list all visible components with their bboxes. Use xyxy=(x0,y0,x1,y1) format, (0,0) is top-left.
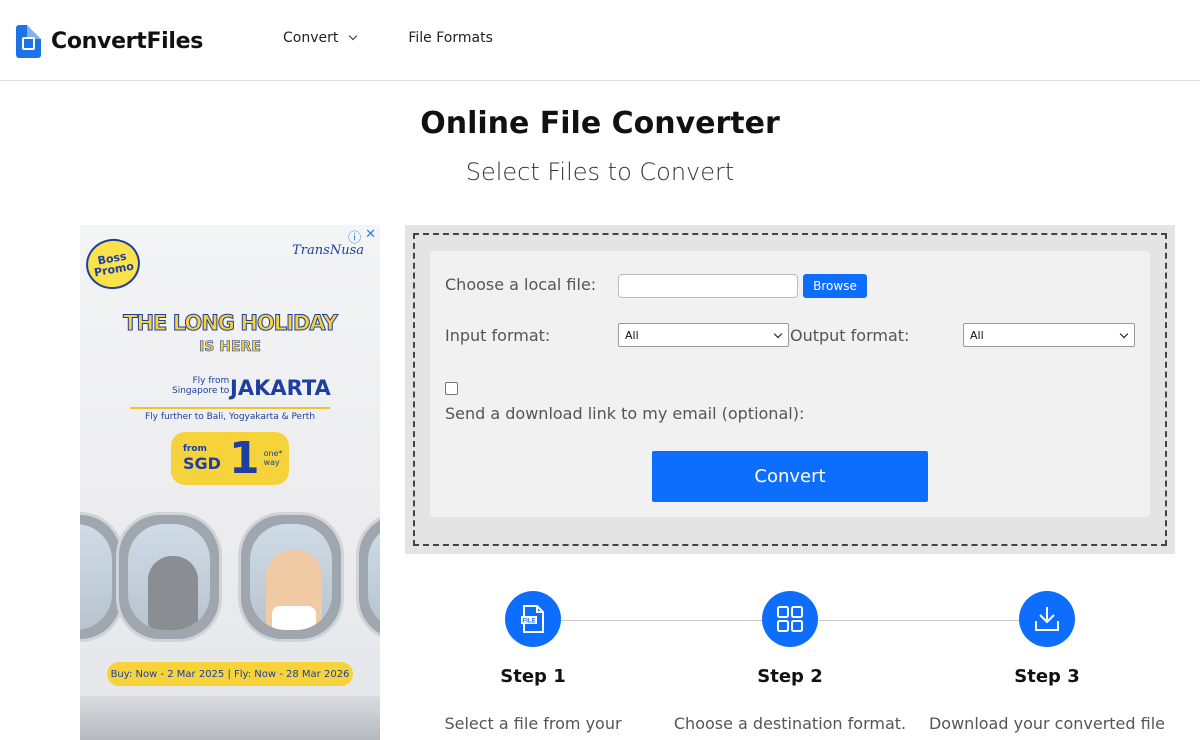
output-format-select[interactable]: All xyxy=(963,323,1135,347)
site-logo[interactable]: ConvertFiles xyxy=(16,24,203,58)
ad-price-currency: SGD xyxy=(183,454,221,474)
person-image xyxy=(266,550,322,630)
step-1-circle: FILE xyxy=(505,591,561,647)
nav-file-formats-label: File Formats xyxy=(408,30,493,46)
output-format-label: Output format: xyxy=(790,326,910,345)
ad-promo-badge: Boss Promo xyxy=(82,234,144,294)
ad-headline: THE LONG HOLIDAY xyxy=(123,311,339,336)
ad-window-koala xyxy=(116,512,222,642)
ad-window-person xyxy=(238,512,344,642)
chevron-down-icon xyxy=(773,329,783,339)
email-link-checkbox[interactable] xyxy=(445,382,458,395)
file-path-input[interactable] xyxy=(618,274,798,298)
input-format-label: Input format: xyxy=(445,326,551,345)
ad-divider xyxy=(130,407,330,409)
step-3-title: Step 3 xyxy=(1014,666,1080,687)
step-1-desc: Select a file from your xyxy=(444,714,622,733)
top-navbar: ConvertFiles Convert File Formats xyxy=(0,0,1200,81)
close-icon[interactable]: ✕ xyxy=(365,227,376,246)
koala-image xyxy=(148,556,198,630)
svg-text:FILE: FILE xyxy=(523,619,536,625)
ad-dates: Buy: Now - 2 Mar 2025 | Fly: Now - 28 Ma… xyxy=(107,662,353,686)
step-3-circle xyxy=(1019,591,1075,647)
nav-convert-label: Convert xyxy=(283,30,339,46)
input-format-value: All xyxy=(625,328,639,342)
page-title: Online File Converter xyxy=(420,106,780,141)
ad-from: Fly from Singapore to xyxy=(172,376,230,397)
download-icon xyxy=(1035,607,1059,631)
ad-window-right xyxy=(356,512,380,642)
advertisement[interactable]: ⓘ ✕ Boss Promo TransNusa THE LONG HOLIDA… xyxy=(80,225,380,740)
ad-headline-2: IS HERE xyxy=(199,339,261,356)
ad-price-from: from xyxy=(183,443,207,454)
ad-price-note: one* way xyxy=(263,448,283,467)
email-link-label: Send a download link to my email (option… xyxy=(445,404,805,423)
ad-skyline xyxy=(80,696,380,740)
grid-icon xyxy=(777,606,803,632)
file-icon: FILE xyxy=(521,605,544,633)
ad-price-currency-block: from SGD xyxy=(183,444,221,474)
ad-price: from SGD 1 one* way xyxy=(171,432,289,485)
step-1-title: Step 1 xyxy=(500,666,566,687)
ad-city: JAKARTA xyxy=(230,376,331,400)
ad-from-line2: Singapore to xyxy=(172,385,230,396)
chevron-down-icon xyxy=(1119,329,1129,339)
ad-brand: TransNusa xyxy=(292,243,364,258)
page-subtitle: Select Files to Convert xyxy=(465,158,735,186)
step-2-title: Step 2 xyxy=(757,666,823,687)
nav-file-formats[interactable]: File Formats xyxy=(408,30,493,46)
nav-convert[interactable]: Convert xyxy=(283,30,358,46)
step-3-desc: Download your converted file xyxy=(928,714,1166,733)
logo-icon xyxy=(16,24,41,58)
input-format-select[interactable]: All xyxy=(618,323,789,347)
browse-button[interactable]: Browse xyxy=(803,274,867,298)
output-format-value: All xyxy=(970,328,984,342)
chevron-down-icon xyxy=(349,31,358,41)
ad-further: Fly further to Bali, Yogyakarta & Perth xyxy=(144,412,316,422)
main-nav: Convert File Formats xyxy=(283,30,493,46)
local-file-label: Choose a local file: xyxy=(445,275,597,294)
ad-price-value: 1 xyxy=(228,432,260,484)
step-2-circle xyxy=(762,591,818,647)
step-2-desc: Choose a destination format. xyxy=(673,714,907,733)
logo-text: ConvertFiles xyxy=(51,28,204,54)
convert-button[interactable]: Convert xyxy=(652,451,928,502)
